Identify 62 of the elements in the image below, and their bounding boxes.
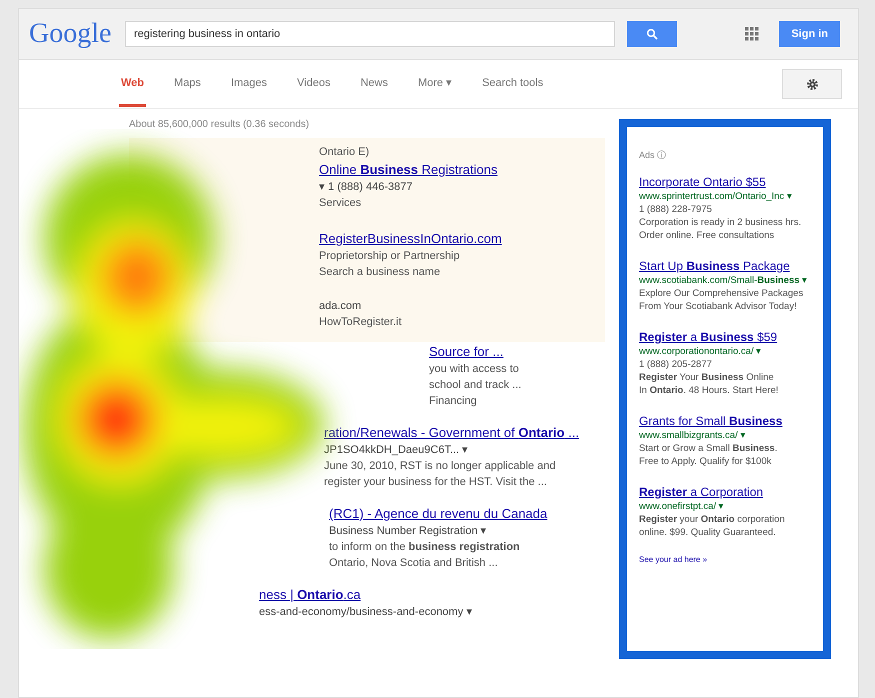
nav-tab[interactable]: More ▾ bbox=[416, 61, 454, 107]
result-snippet: Services bbox=[319, 197, 362, 209]
result-snippet: Financing bbox=[429, 395, 477, 407]
ad-title[interactable]: Register a Corporation bbox=[639, 484, 817, 500]
nav-tab[interactable]: News bbox=[358, 62, 390, 106]
result-snippet: Ontario E) bbox=[319, 146, 370, 158]
ad-text: Register your Ontario corporation bbox=[639, 513, 786, 526]
ad-text: online. $99. Quality Guaranteed. bbox=[639, 526, 777, 539]
nav-tab[interactable]: Images bbox=[228, 62, 270, 106]
ad-url: www.smallbizgrants.ca/ ▾ bbox=[639, 429, 746, 442]
ads-label: Ads ⓘ bbox=[639, 149, 668, 162]
nav-tab[interactable]: Maps bbox=[172, 62, 203, 106]
ad-title[interactable]: Grants for Small Business bbox=[639, 413, 817, 429]
nav-tab[interactable]: Search tools bbox=[480, 62, 546, 106]
result-url: ess-and-economy/business-and-economy ▾ bbox=[259, 606, 472, 618]
ad-title[interactable]: Register a Business $59 bbox=[639, 329, 817, 345]
result-snippet: school and track ... bbox=[429, 379, 522, 391]
result-snippet: Ontario, Nova Scotia and British ... bbox=[329, 557, 498, 569]
settings-icon bbox=[806, 78, 818, 90]
nav-tab[interactable]: Web bbox=[119, 62, 146, 106]
result-snippet: register your business for the HST. Visit the ... bbox=[324, 476, 547, 488]
ad-text: Order online. Free consultations bbox=[639, 229, 776, 242]
result-title[interactable]: Source for ... bbox=[429, 344, 504, 359]
ad-url: www.corporationontario.ca/ ▾ bbox=[639, 345, 762, 358]
result-url: Business Number Registration ▾ bbox=[329, 525, 487, 537]
ad-text: In Ontario. 48 Hours. Start Here! bbox=[639, 384, 780, 397]
ad-text: Start or Grow a Small Business. bbox=[639, 442, 778, 455]
see-your-ad-link[interactable]: See your ad here » bbox=[639, 555, 817, 564]
ad-text: Free to Apply. Qualify for $100k bbox=[639, 455, 772, 468]
ad-url: www.sprintertrust.com/Ontario_Inc ▾ bbox=[639, 190, 793, 203]
result-snippet: June 30, 2010, RST is no longer applicable and bbox=[324, 460, 556, 472]
ad-text: Explore Our Comprehensive Packages bbox=[639, 287, 804, 300]
ad-url: www.onefirstpt.ca/ ▾ bbox=[639, 500, 725, 513]
search-icon bbox=[646, 28, 658, 40]
apps-grid-icon[interactable] bbox=[745, 27, 760, 41]
google-logo[interactable]: Google bbox=[29, 18, 125, 50]
result-url: ada.com bbox=[319, 300, 362, 312]
result-snippet: you with access to bbox=[429, 363, 519, 375]
settings-button[interactable] bbox=[782, 69, 842, 99]
result-title[interactable]: RegisterBusinessInOntario.com bbox=[319, 231, 502, 246]
result-snippet: HowToRegister.it bbox=[319, 316, 402, 328]
ad-text: 1 (888) 228-7975 bbox=[639, 203, 713, 216]
ad-title[interactable]: Start Up Business Package bbox=[639, 258, 817, 274]
result-url: JP1SO4kkDH_Daeu9C6T... ▾ bbox=[324, 444, 468, 456]
result-title[interactable]: (RC1) - Agence du revenu du Canada bbox=[329, 506, 548, 521]
result-stats: About 85,600,000 results (0.36 seconds) bbox=[129, 119, 310, 130]
ad-url: www.scotiabank.com/Small-Business ▾ bbox=[639, 274, 808, 287]
result-title[interactable]: Online Business Registrations bbox=[319, 162, 498, 177]
search-field[interactable]: registering business in ontario bbox=[125, 21, 615, 47]
result-url: ▾ 1 (888) 446-3877 bbox=[319, 181, 412, 193]
ad-text: 1 (888) 205-2877 bbox=[639, 358, 713, 371]
result-title[interactable]: ration/Renewals - Government of Ontario ... bbox=[324, 425, 580, 440]
result-snippet: Proprietorship or Partnership bbox=[319, 250, 460, 262]
ad-title[interactable]: Incorporate Ontario $55 bbox=[639, 174, 817, 190]
result-snippet: Search a business name bbox=[319, 266, 440, 278]
nav-tab[interactable]: Videos bbox=[295, 62, 332, 106]
result-snippet: to inform on the business registration bbox=[329, 541, 520, 553]
search-button[interactable] bbox=[627, 21, 677, 47]
ad-text: Register Your Business Online bbox=[639, 371, 775, 384]
ad-text: From Your Scotiabank Advisor Today! bbox=[639, 300, 798, 313]
ad-text: Corporation is ready in 2 business hrs. bbox=[639, 216, 802, 229]
result-title[interactable]: ness | Ontario.ca bbox=[259, 587, 361, 602]
